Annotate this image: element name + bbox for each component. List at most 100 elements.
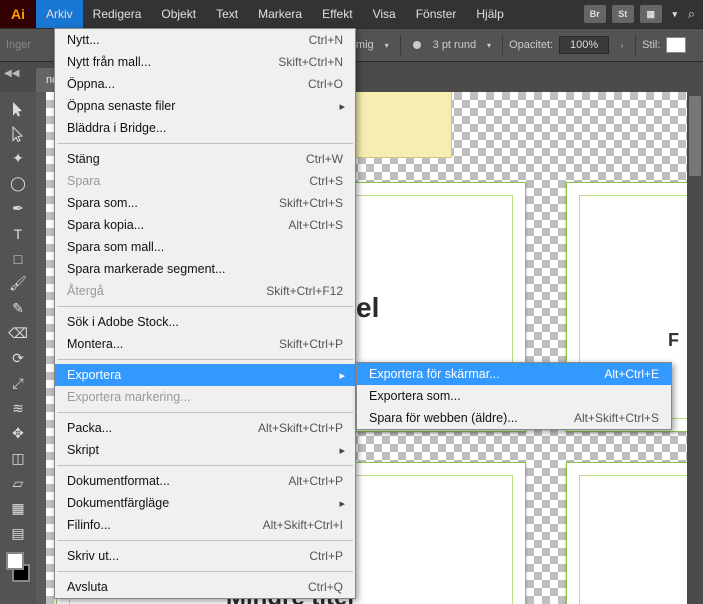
menuitem-label: Bläddra i Bridge... bbox=[67, 121, 343, 135]
direct-selection-tool[interactable] bbox=[3, 121, 33, 146]
style-label: Stil: bbox=[642, 39, 660, 51]
menu-objekt[interactable]: Objekt bbox=[151, 0, 206, 28]
panel-toggle-icon[interactable]: ◀◀ bbox=[4, 68, 19, 79]
menuitem-spara-kopia[interactable]: Spara kopia...Alt+Ctrl+S bbox=[55, 214, 355, 236]
graphic-style-swatch[interactable] bbox=[666, 37, 686, 53]
menuitem-montera[interactable]: Montera...Skift+Ctrl+P bbox=[55, 333, 355, 355]
chevron-down-icon[interactable]: ▾ bbox=[380, 36, 394, 54]
scrollbar-thumb[interactable] bbox=[689, 96, 701, 176]
menuitem-shortcut: Alt+Skift+Ctrl+S bbox=[574, 411, 659, 425]
menuitem-shortcut: Alt+Skift+Ctrl+P bbox=[258, 421, 343, 435]
rotate-tool[interactable]: ⟳ bbox=[3, 346, 33, 371]
arrange-documents-icon[interactable]: ▦ bbox=[640, 5, 662, 23]
menuitem-label: Spara som... bbox=[67, 196, 279, 210]
menuitem-label: Skriv ut... bbox=[67, 549, 309, 563]
scale-tool[interactable]: ⤢ bbox=[3, 371, 33, 396]
menuitem-shortcut: Ctrl+Q bbox=[308, 580, 343, 594]
magic-wand-tool[interactable]: ✦ bbox=[3, 146, 33, 171]
selection-tool[interactable] bbox=[3, 96, 33, 121]
menuitem-shortcut: Alt+Skift+Ctrl+I bbox=[263, 518, 343, 532]
mesh-tool[interactable]: ▦ bbox=[3, 496, 33, 521]
menu-separator bbox=[57, 412, 353, 413]
menu-fönster[interactable]: Fönster bbox=[406, 0, 467, 28]
menuitem-exportera-för-skärmar[interactable]: Exportera för skärmar...Alt+Ctrl+E bbox=[357, 363, 671, 385]
shape-builder-tool[interactable]: ◫ bbox=[3, 446, 33, 471]
menuitem-shortcut: Alt+Ctrl+S bbox=[288, 218, 343, 232]
menuitem-label: Spara kopia... bbox=[67, 218, 288, 232]
menuitem-shortcut: Skift+Ctrl+S bbox=[279, 196, 343, 210]
gradient-tool[interactable]: ▤ bbox=[3, 521, 33, 546]
menuitem-label: Nytt från mall... bbox=[67, 55, 278, 69]
menuitem-nytt-från-mall[interactable]: Nytt från mall...Skift+Ctrl+N bbox=[55, 51, 355, 73]
menu-hjälp[interactable]: Hjälp bbox=[466, 0, 513, 28]
menuitem-spara-som-mall[interactable]: Spara som mall... bbox=[55, 236, 355, 258]
menuitem-skript[interactable]: Skript bbox=[55, 439, 355, 461]
menuitem-spara-för-webben-äldre[interactable]: Spara för webben (äldre)...Alt+Skift+Ctr… bbox=[357, 407, 671, 429]
menuitem-shortcut: Alt+Ctrl+E bbox=[604, 367, 659, 381]
brush-tool[interactable]: 🖌 bbox=[3, 271, 33, 296]
search-icon[interactable]: ⌕ bbox=[688, 6, 695, 22]
pencil-tool[interactable]: ✎ bbox=[3, 296, 33, 321]
vertical-scrollbar[interactable] bbox=[687, 92, 703, 604]
menu-visa[interactable]: Visa bbox=[363, 0, 406, 28]
fill-stroke-swatches[interactable] bbox=[3, 550, 33, 584]
workspace-switcher-button[interactable]: ▾ bbox=[668, 5, 682, 23]
menuitem-skriv-ut[interactable]: Skriv ut...Ctrl+P bbox=[55, 545, 355, 567]
menuitem-shortcut: Ctrl+S bbox=[309, 174, 343, 188]
menuitem-stäng[interactable]: StängCtrl+W bbox=[55, 148, 355, 170]
menu-markera[interactable]: Markera bbox=[248, 0, 312, 28]
menuitem-label: Stäng bbox=[67, 152, 306, 166]
bridge-launch-icon[interactable]: Br bbox=[584, 5, 606, 23]
menuitem-exportera-som[interactable]: Exportera som... bbox=[357, 385, 671, 407]
menuitem-återgå: ÅtergåSkift+Ctrl+F12 bbox=[55, 280, 355, 302]
menuitem-label: Montera... bbox=[67, 337, 279, 351]
menuitem-dokumentfärgläge[interactable]: Dokumentfärgläge bbox=[55, 492, 355, 514]
menuitem-bläddra-i-bridge[interactable]: Bläddra i Bridge... bbox=[55, 117, 355, 139]
menuitem-shortcut: Ctrl+N bbox=[309, 33, 343, 47]
selection-status: Inger bbox=[6, 39, 31, 51]
file-dropdown: Nytt...Ctrl+NNytt från mall...Skift+Ctrl… bbox=[54, 28, 356, 599]
menuitem-label: Exportera bbox=[67, 368, 343, 382]
menuitem-shortcut: Ctrl+W bbox=[306, 152, 343, 166]
artboard[interactable] bbox=[566, 462, 703, 604]
width-tool[interactable]: ≋ bbox=[3, 396, 33, 421]
menuitem-nytt[interactable]: Nytt...Ctrl+N bbox=[55, 29, 355, 51]
menuitem-dokumentformat[interactable]: Dokumentformat...Alt+Ctrl+P bbox=[55, 470, 355, 492]
rectangle-tool[interactable]: □ bbox=[3, 246, 33, 271]
menu-bar: Ai ArkivRedigeraObjektTextMarkeraEffektV… bbox=[0, 0, 703, 28]
stock-launch-icon[interactable]: St bbox=[612, 5, 634, 23]
menu-arkiv[interactable]: Arkiv bbox=[36, 0, 83, 28]
menu-text[interactable]: Text bbox=[206, 0, 248, 28]
menuitem-avsluta[interactable]: AvslutaCtrl+Q bbox=[55, 576, 355, 598]
menuitem-filinfo[interactable]: Filinfo...Alt+Skift+Ctrl+I bbox=[55, 514, 355, 536]
type-tool[interactable]: T bbox=[3, 221, 33, 246]
menu-separator bbox=[57, 306, 353, 307]
brush-preset[interactable]: 3 pt rund bbox=[433, 39, 476, 51]
menu-separator bbox=[57, 540, 353, 541]
menuitem-label: Exportera för skärmar... bbox=[369, 367, 604, 381]
lasso-tool[interactable]: ◯ bbox=[3, 171, 33, 196]
menu-redigera[interactable]: Redigera bbox=[83, 0, 152, 28]
toolbox: ✦◯✒T□🖌✎⌫⟳⤢≋✥◫▱▦▤ bbox=[0, 92, 36, 604]
menuitem-label: Spara markerade segment... bbox=[67, 262, 343, 276]
menuitem-spara-markerade-segment[interactable]: Spara markerade segment... bbox=[55, 258, 355, 280]
perspective-tool[interactable]: ▱ bbox=[3, 471, 33, 496]
opacity-field[interactable] bbox=[559, 36, 609, 54]
pen-tool[interactable]: ✒ bbox=[3, 196, 33, 221]
menu-effekt[interactable]: Effekt bbox=[312, 0, 362, 28]
menuitem-label: Exportera som... bbox=[369, 389, 659, 403]
menuitem-spara-som[interactable]: Spara som...Skift+Ctrl+S bbox=[55, 192, 355, 214]
menuitem-exportera-markering: Exportera markering... bbox=[55, 386, 355, 408]
artboard-text: el bbox=[356, 292, 379, 324]
menuitem-öppna[interactable]: Öppna...Ctrl+O bbox=[55, 73, 355, 95]
menuitem-shortcut: Alt+Ctrl+P bbox=[288, 474, 343, 488]
chevron-down-icon[interactable]: ▾ bbox=[482, 36, 496, 54]
menuitem-exportera[interactable]: Exportera bbox=[55, 364, 355, 386]
menuitem-sök-i-adobe-stock[interactable]: Sök i Adobe Stock... bbox=[55, 311, 355, 333]
menuitem-label: Sök i Adobe Stock... bbox=[67, 315, 343, 329]
eraser-tool[interactable]: ⌫ bbox=[3, 321, 33, 346]
free-transform-tool[interactable]: ✥ bbox=[3, 421, 33, 446]
menuitem-öppna-senaste-filer[interactable]: Öppna senaste filer bbox=[55, 95, 355, 117]
chevron-right-icon[interactable]: › bbox=[615, 36, 629, 54]
menuitem-packa[interactable]: Packa...Alt+Skift+Ctrl+P bbox=[55, 417, 355, 439]
